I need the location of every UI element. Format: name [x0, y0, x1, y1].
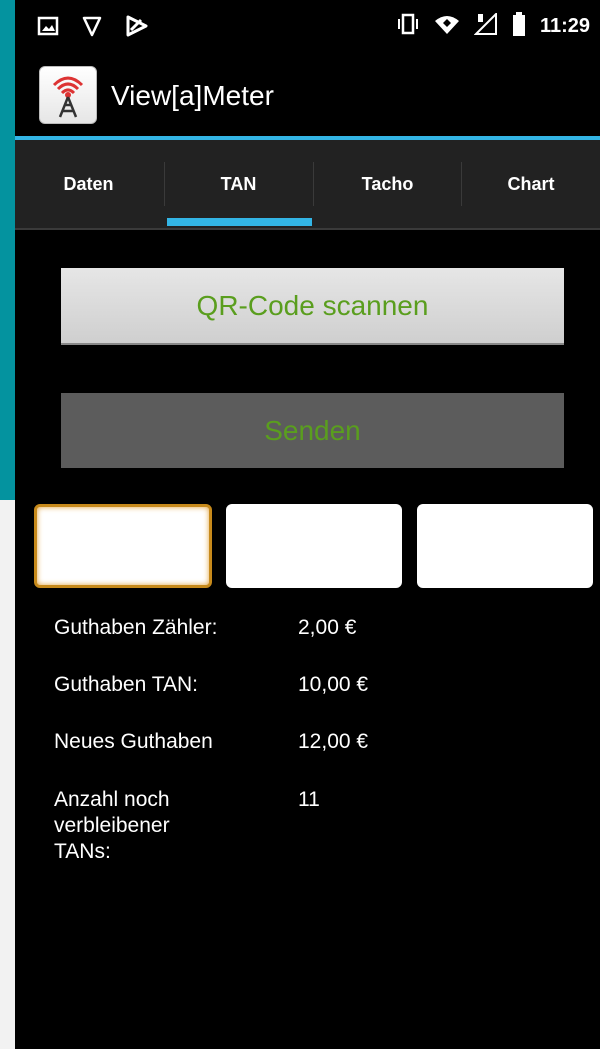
app-title: View[a]Meter: [111, 80, 274, 111]
guthaben-tan-value: 10,00 €: [298, 673, 369, 696]
battery-icon: [512, 12, 526, 41]
radio-tower-icon[interactable]: [39, 66, 97, 124]
signal-icon: [473, 11, 498, 40]
tan-field-3[interactable]: [417, 504, 593, 588]
guthaben-zaehler-value: 2,00 €: [298, 616, 357, 639]
tab-chart[interactable]: Chart: [462, 140, 600, 228]
scan-qr-code-button[interactable]: QR-Code scannen: [61, 268, 564, 343]
guthaben-zaehler-label: Guthaben Zähler:: [54, 616, 218, 639]
tan-field-2[interactable]: [226, 504, 402, 588]
clock: 11:29: [539, 15, 590, 37]
neues-guthaben-label: Neues Guthaben: [54, 730, 213, 753]
tan-field-1[interactable]: [34, 504, 212, 588]
anzahl-tans-value: 11: [298, 788, 320, 811]
tab-tacho[interactable]: Tacho: [314, 140, 461, 228]
gallery-icon: [37, 15, 59, 42]
wifi-icon: [434, 13, 460, 40]
shield-icon: [81, 14, 103, 43]
status-bar: 11:29: [15, 0, 600, 56]
vibrate-icon: [396, 13, 420, 40]
app-notification-icon: [125, 14, 149, 43]
action-bar: View[a]Meter: [15, 56, 600, 136]
neues-guthaben-value: 12,00 €: [298, 730, 369, 753]
anzahl-tans-label: Anzahl noch verbleibener TANs:: [54, 788, 170, 863]
tab-selected-indicator: [167, 218, 312, 226]
tab-daten[interactable]: Daten: [15, 140, 162, 228]
tab-bar: Daten TAN Tacho Chart: [15, 140, 600, 230]
send-button[interactable]: Senden: [61, 393, 564, 468]
tab-tan[interactable]: TAN: [165, 140, 312, 228]
guthaben-tan-label: Guthaben TAN:: [54, 673, 198, 696]
